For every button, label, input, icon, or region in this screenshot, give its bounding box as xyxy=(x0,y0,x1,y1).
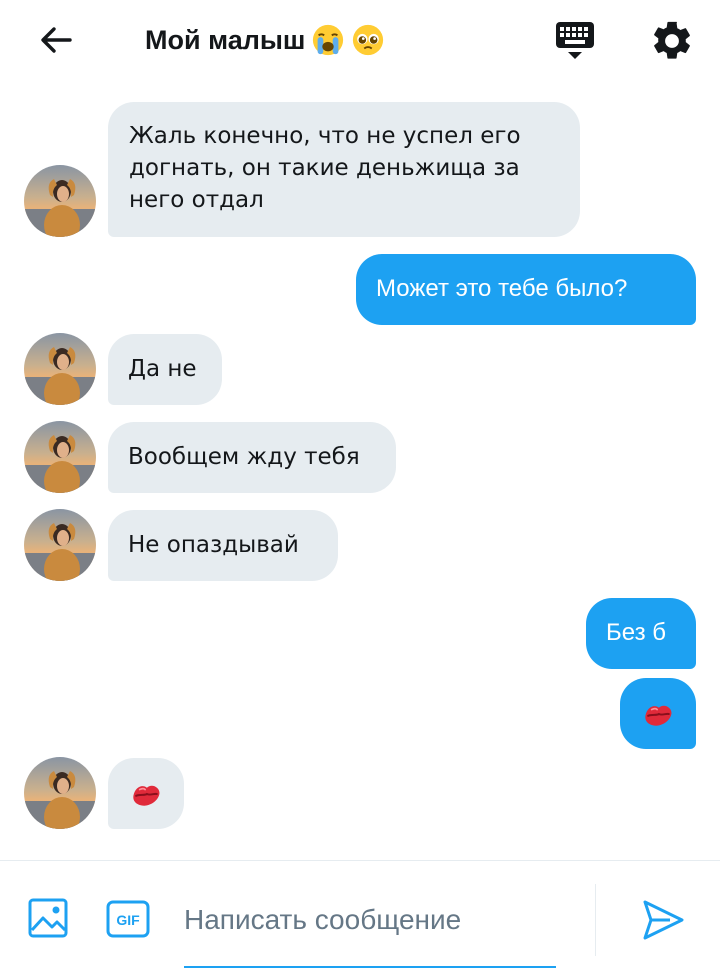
avatar[interactable] xyxy=(24,509,96,581)
kiss-mark-icon xyxy=(640,696,676,732)
keyboard-icon xyxy=(556,22,594,59)
keyboard-button[interactable] xyxy=(552,18,598,64)
send-icon xyxy=(643,900,684,940)
page-title: Мой малыш xyxy=(145,24,306,55)
message-text: Да не xyxy=(128,356,197,382)
pleading-face-icon xyxy=(353,24,384,56)
back-arrow-icon xyxy=(41,27,72,53)
gif-label: GIF xyxy=(116,912,140,928)
message-list[interactable]: Жаль конечно, что не успел его догнать, … xyxy=(0,80,720,860)
profile-photo xyxy=(24,165,96,237)
profile-photo xyxy=(24,333,96,405)
message-text: Жаль конечно, что не успел его догнать, … xyxy=(129,123,521,213)
add-gif-button[interactable]: GIF xyxy=(106,900,150,938)
gear-icon xyxy=(654,21,690,59)
input-underline xyxy=(184,966,556,968)
send-button[interactable] xyxy=(640,898,686,942)
message-bubble-outgoing[interactable]: Без б xyxy=(586,598,696,669)
message-text: Не опаздывай xyxy=(128,532,299,558)
message-bubble-outgoing[interactable] xyxy=(620,678,696,749)
profile-photo xyxy=(24,509,96,581)
image-icon xyxy=(28,898,68,938)
loudly-crying-face-icon xyxy=(313,24,344,56)
avatar[interactable] xyxy=(24,333,96,405)
message-bubble-incoming[interactable]: Да не xyxy=(108,334,222,405)
add-photo-button[interactable] xyxy=(28,898,68,938)
settings-button[interactable] xyxy=(649,18,695,64)
message-bubble-incoming[interactable]: Жаль конечно, что не успел его догнать, … xyxy=(108,102,580,237)
back-button[interactable] xyxy=(36,20,76,60)
profile-photo xyxy=(24,757,96,829)
message-bubble-incoming[interactable] xyxy=(108,758,184,829)
message-text: Вообщем жду тебя xyxy=(128,444,360,470)
message-input[interactable] xyxy=(184,894,556,946)
chat-header: Мой малыш xyxy=(0,0,720,80)
message-text: Без б xyxy=(606,619,666,646)
message-bubble-outgoing[interactable]: Может это тебе было? xyxy=(356,254,696,325)
composer-divider xyxy=(595,884,596,956)
message-bubble-incoming[interactable]: Не опаздывай xyxy=(108,510,338,581)
message-text: Может это тебе было? xyxy=(376,275,628,302)
avatar[interactable] xyxy=(24,757,96,829)
message-bubble-incoming[interactable]: Вообщем жду тебя xyxy=(108,422,396,493)
chat-title: Мой малыш xyxy=(145,18,385,62)
avatar[interactable] xyxy=(24,165,96,237)
avatar[interactable] xyxy=(24,421,96,493)
gif-icon: GIF xyxy=(106,900,150,938)
kiss-mark-icon xyxy=(128,776,164,812)
profile-photo xyxy=(24,421,96,493)
